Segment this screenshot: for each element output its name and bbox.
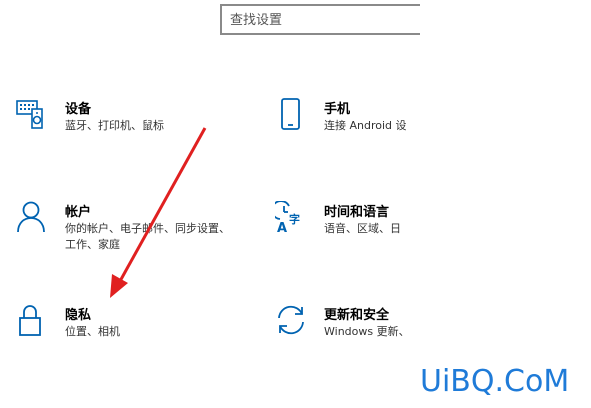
tile-phone-desc: 连接 Android 设 (324, 119, 407, 132)
tile-privacy-desc: 位置、相机 (65, 325, 120, 338)
tile-accounts-desc: 你的帐户、电子邮件、同步设置、工作、家庭 (65, 222, 230, 251)
settings-page: 设备 蓝牙、打印机、鼠标 手机 连接 Android 设 帐户 你的帐户、电子邮… (0, 0, 591, 408)
sync-icon (278, 305, 304, 335)
tile-devices-title: 设备 (65, 102, 92, 117)
tile-phone[interactable]: 手机 连接 Android 设 (275, 98, 455, 152)
tile-privacy-title: 隐私 (65, 308, 92, 323)
tile-phone-title: 手机 (324, 102, 351, 117)
phone-icon (281, 98, 300, 130)
tile-update-security[interactable]: 更新和安全 Windows 更新、 (275, 304, 455, 358)
person-icon (17, 201, 45, 233)
keyboard-speaker-icon (16, 100, 43, 129)
tile-update-security-title: 更新和安全 (324, 308, 390, 323)
tile-privacy[interactable]: 隐私 位置、相机 (16, 304, 196, 358)
tile-accounts-title: 帐户 (65, 205, 92, 220)
tile-time-language-desc: 语音、区域、日 (324, 222, 401, 235)
time-language-icon: A 字 (275, 201, 300, 235)
tile-time-language[interactable]: A 字 时间和语言 语音、区域、日 (275, 201, 455, 255)
tile-devices-desc: 蓝牙、打印机、鼠标 (65, 119, 164, 132)
watermark: UiBQ.CoM (420, 364, 570, 399)
tile-devices[interactable]: 设备 蓝牙、打印机、鼠标 (16, 98, 196, 152)
svg-text:字: 字 (289, 212, 300, 226)
tile-time-language-title: 时间和语言 (324, 205, 390, 220)
tile-update-security-desc: Windows 更新、 (324, 325, 410, 338)
tile-accounts[interactable]: 帐户 你的帐户、电子邮件、同步设置、工作、家庭 (16, 201, 230, 255)
search-input[interactable] (230, 10, 400, 30)
lock-icon (19, 305, 41, 336)
svg-text:A: A (277, 221, 287, 235)
search-box[interactable] (220, 4, 420, 35)
